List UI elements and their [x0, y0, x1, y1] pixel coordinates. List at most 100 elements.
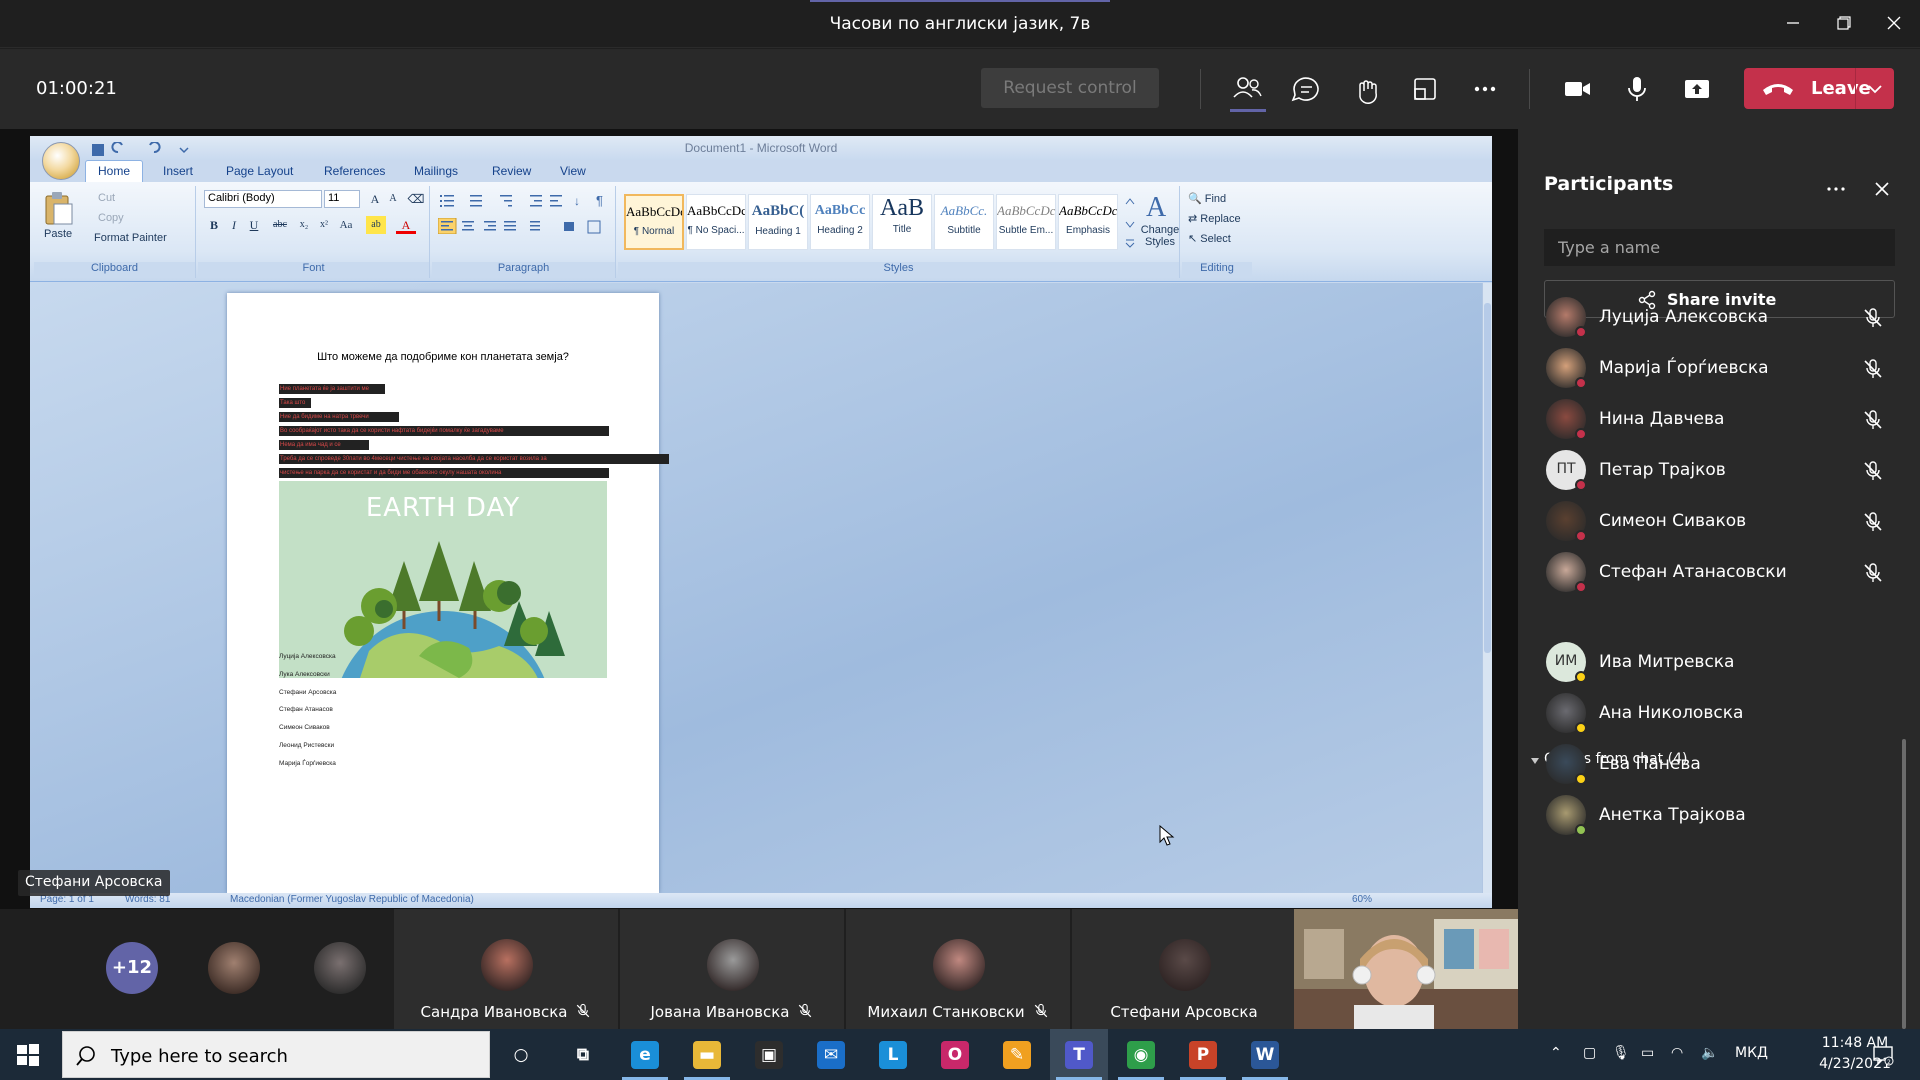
chevron-down-icon[interactable] [1530, 756, 1540, 766]
taskbar-app-lexicon[interactable]: L [864, 1029, 922, 1080]
rooms-icon[interactable] [1405, 69, 1445, 109]
taskbar-app-sketch[interactable]: ✎ [988, 1029, 1046, 1080]
more-icon[interactable] [1824, 177, 1848, 201]
superscript-button[interactable]: x² [314, 216, 334, 234]
clear-formatting-button[interactable]: ⌫ [406, 190, 426, 208]
taskbar-app-app-circle[interactable]: O [926, 1029, 984, 1080]
minimize-button[interactable] [1778, 8, 1808, 38]
network-device-icon[interactable]: ▢ [1583, 1045, 1596, 1065]
participant-row[interactable]: Стефан Атанасовски [1544, 548, 1895, 598]
video-tile[interactable]: Стефани Арсовска [1072, 909, 1296, 1029]
style-normal[interactable]: AaBbCcDc ¶ Normal [624, 194, 684, 250]
zoom-level[interactable]: 60% [1352, 894, 1372, 905]
chat-participant-row[interactable]: Анетка Трајкова [1544, 791, 1895, 841]
highlight-button[interactable]: ab [366, 216, 386, 234]
notifications-icon[interactable]: 2 [1872, 1044, 1894, 1066]
leave-button[interactable]: Leave [1744, 68, 1894, 109]
video-tile[interactable]: Михаил Станковски [846, 909, 1070, 1029]
taskbar-app-edge[interactable]: e [616, 1029, 674, 1080]
tab-review[interactable]: Review [492, 164, 531, 178]
self-video-preview[interactable] [1294, 909, 1518, 1029]
tab-references[interactable]: References [324, 164, 385, 178]
replace-button[interactable]: ⇄ Replace [1188, 212, 1241, 225]
taskbar-app-file-explorer[interactable]: ▬ [678, 1029, 736, 1080]
find-button[interactable]: 🔍 Find [1188, 192, 1226, 205]
font-color-button[interactable]: A [396, 216, 416, 234]
copy-button[interactable]: Copy [98, 212, 124, 224]
taskbar-app-cortana[interactable]: ○ [492, 1029, 550, 1080]
participant-avatar[interactable] [314, 942, 366, 994]
taskbar-app-mail[interactable]: ✉ [802, 1029, 860, 1080]
font-name-field[interactable]: Calibri (Body) [204, 190, 322, 208]
chat-participant-row[interactable]: Ева Панева [1544, 740, 1895, 790]
more-participants-badge[interactable]: +12 [106, 942, 158, 994]
chevron-down-icon[interactable] [1864, 78, 1886, 100]
taskbar-app-powerpoint[interactable]: P [1174, 1029, 1232, 1080]
style-emphasis[interactable]: AaBbCcDc Emphasis [1058, 194, 1118, 250]
reactions-icon[interactable] [1346, 69, 1386, 109]
video-tile[interactable]: Јована Ивановска [620, 909, 844, 1029]
language-status[interactable]: Macedonian (Former Yugoslav Republic of … [230, 894, 474, 905]
grow-font-button[interactable]: A [365, 190, 385, 208]
participant-row[interactable]: Симеон Сиваков [1544, 497, 1895, 547]
style-title[interactable]: AaB Title [872, 194, 932, 250]
paste-icon[interactable] [42, 190, 74, 226]
change-styles-icon[interactable]: A [1144, 190, 1174, 220]
tab-page-layout[interactable]: Page Layout [226, 164, 293, 178]
input-language[interactable]: МКД [1735, 1045, 1768, 1065]
document-scrollbar[interactable] [1482, 283, 1492, 893]
quick-access-toolbar[interactable] [90, 142, 200, 158]
tab-home[interactable]: Home [85, 160, 144, 182]
strikethrough-button[interactable]: abc [270, 216, 290, 234]
chat-participant-row[interactable]: ИМ Ива Митревска [1544, 638, 1895, 688]
participant-row[interactable]: Нина Давчева [1544, 395, 1895, 445]
taskbar-app-task-view[interactable]: ⧉ [554, 1029, 612, 1080]
change-styles-label[interactable]: Change Styles [1140, 224, 1180, 248]
alignment-buttons[interactable] [438, 218, 610, 234]
close-window-button[interactable] [1879, 8, 1909, 38]
taskbar-app-word[interactable]: W [1236, 1029, 1294, 1080]
wifi-icon[interactable]: ◠ [1671, 1045, 1683, 1065]
camera-icon[interactable] [1557, 69, 1597, 109]
restore-button[interactable] [1829, 8, 1859, 38]
close-icon[interactable] [1870, 177, 1894, 201]
style-heading-2[interactable]: AaBbCc Heading 2 [810, 194, 870, 250]
style-subtitle[interactable]: AaBbCc. Subtitle [934, 194, 994, 250]
tab-insert[interactable]: Insert [163, 164, 193, 178]
tab-mailings[interactable]: Mailings [414, 164, 458, 178]
tab-view[interactable]: View [560, 164, 586, 178]
microphone-tray-icon[interactable]: 🎙 [1612, 1045, 1630, 1065]
style-subtle-emphasis[interactable]: AaBbCcDc Subtle Em... [996, 194, 1056, 250]
style-heading-1[interactable]: AaBbC(Heading 1 [748, 194, 808, 250]
participant-avatar[interactable] [208, 942, 260, 994]
participant-row[interactable]: Луција Алексовска [1544, 293, 1895, 343]
styles-scroll-icon[interactable] [1124, 194, 1136, 250]
request-control-button[interactable]: Request control [981, 68, 1159, 108]
bold-button[interactable]: B [204, 216, 224, 234]
chat-participant-row[interactable]: Ана Николовска [1544, 689, 1895, 739]
font-size-field[interactable]: 11 [324, 190, 360, 208]
list-buttons[interactable]: ↓ ¶ [438, 192, 610, 208]
subscript-button[interactable]: x₂ [294, 216, 314, 234]
show-hidden-icons-icon[interactable]: ⌃ [1550, 1045, 1562, 1065]
scrollbar-thumb[interactable] [1484, 303, 1491, 653]
taskbar-app-store[interactable]: ▣ [740, 1029, 798, 1080]
more-options-icon[interactable] [1465, 69, 1505, 109]
participant-search-input[interactable] [1544, 229, 1895, 266]
microphone-icon[interactable] [1617, 69, 1657, 109]
shrink-font-button[interactable]: A [383, 190, 403, 208]
video-tile[interactable]: Сандра Ивановска [394, 909, 618, 1029]
participants-icon[interactable] [1227, 69, 1267, 109]
participant-row[interactable]: ПТ Петар Трајков [1544, 446, 1895, 496]
taskbar-app-chrome[interactable]: ◉ [1112, 1029, 1170, 1080]
underline-button[interactable]: U [244, 216, 264, 234]
select-button[interactable]: ↖ Select [1188, 232, 1231, 245]
taskbar-search-box[interactable]: Type here to search [62, 1031, 490, 1078]
change-case-button[interactable]: Aa [336, 216, 356, 234]
cut-button[interactable]: Cut [98, 192, 115, 204]
chat-icon[interactable] [1286, 69, 1326, 109]
volume-icon[interactable]: 🔈 [1701, 1045, 1718, 1065]
paste-label[interactable]: Paste [44, 228, 72, 240]
style-no-spacing[interactable]: AaBbCcDc ¶ No Spaci... [686, 194, 746, 250]
format-painter-button[interactable]: Format Painter [94, 232, 167, 244]
